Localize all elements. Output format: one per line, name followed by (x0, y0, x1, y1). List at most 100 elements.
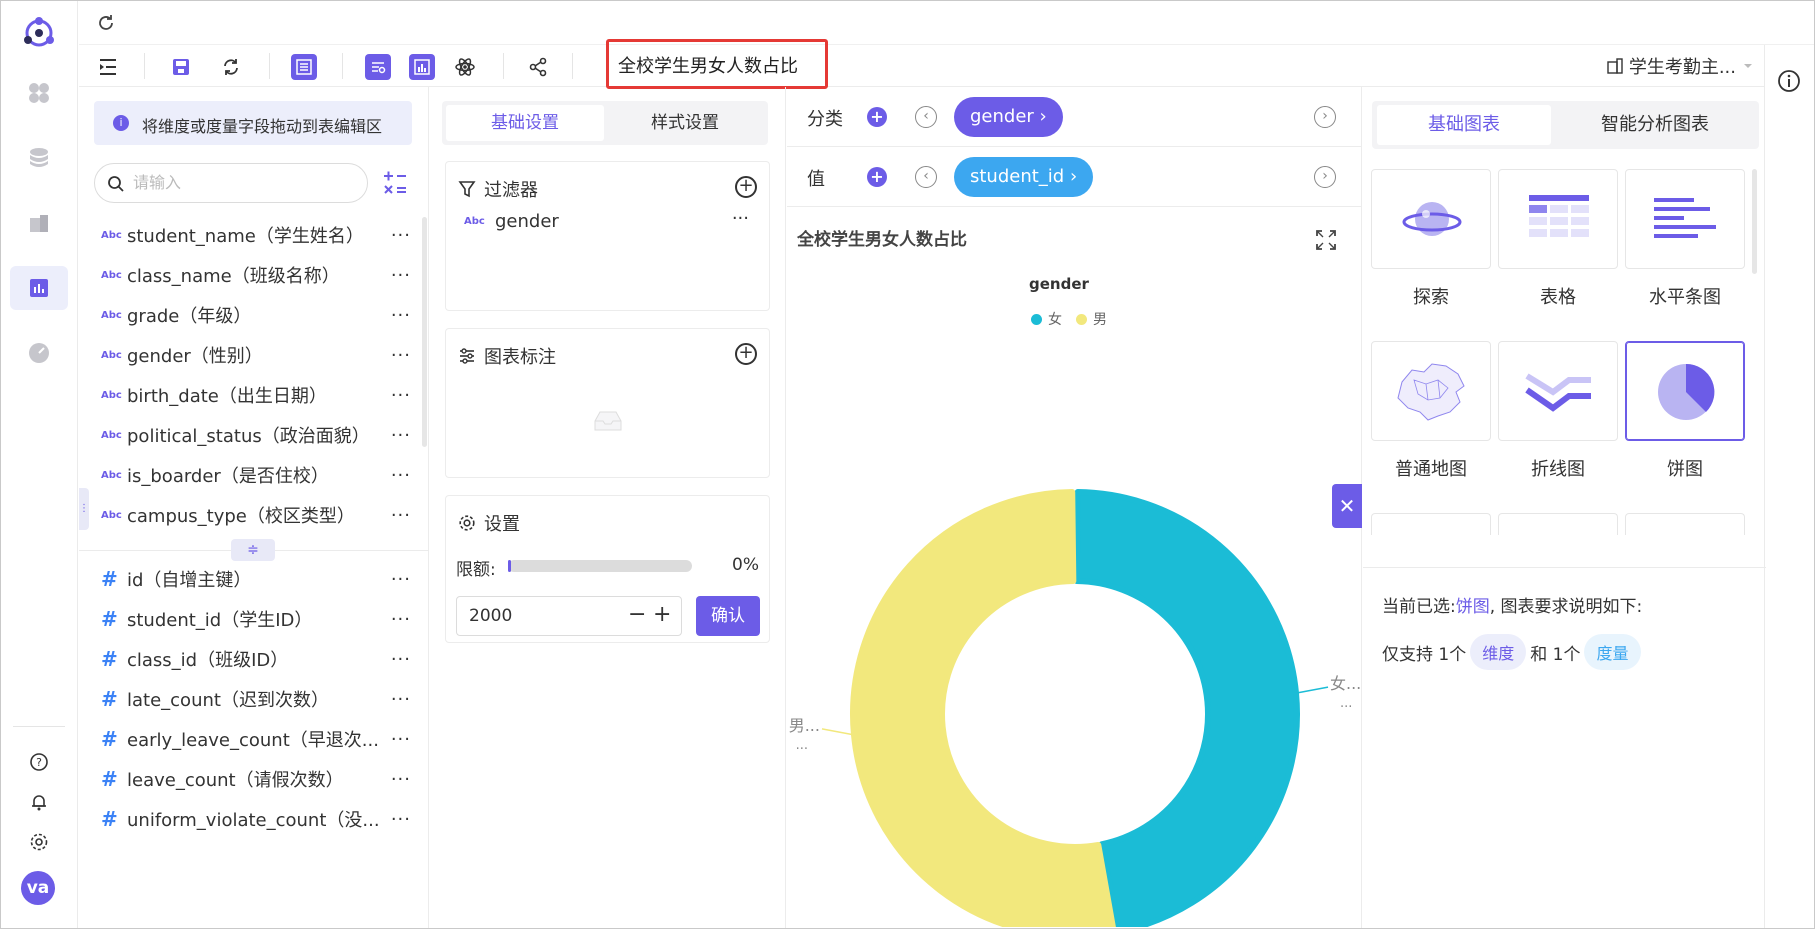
chart-type-explore[interactable] (1371, 169, 1491, 269)
measure-field-item[interactable]: # late_count（迟到次数） ··· (101, 681, 411, 717)
scrollbar[interactable] (1752, 169, 1757, 274)
selected-chart-link[interactable]: 饼图 (1456, 597, 1490, 617)
field-more-button[interactable]: ··· (387, 425, 411, 446)
tab-basic-charts[interactable]: 基础图表 (1377, 105, 1551, 145)
filter-icon (458, 181, 476, 198)
limit-stepper[interactable]: 2000 − + (456, 596, 682, 636)
add-filter-button[interactable]: + (735, 176, 757, 198)
pie-slice-0[interactable] (1073, 489, 1300, 927)
dimension-field-item[interactable]: Abc class_name（班级名称） ··· (101, 257, 411, 293)
field-more-button[interactable]: ··· (387, 689, 411, 710)
filter-more-button[interactable]: ··· (732, 208, 749, 229)
chart-type-partial[interactable] (1625, 513, 1745, 535)
field-more-button[interactable]: ··· (387, 729, 411, 750)
shelf-next-button[interactable]: › (1314, 166, 1336, 188)
info-icon[interactable] (1777, 69, 1801, 97)
indent-icon[interactable] (95, 54, 121, 80)
decrement-button[interactable]: − (628, 602, 646, 627)
field-more-button[interactable]: ··· (387, 385, 411, 406)
chart-type-table[interactable] (1498, 169, 1618, 269)
field-more-button[interactable]: ··· (387, 505, 411, 526)
calculated-field-icon[interactable] (382, 169, 408, 201)
add-value-button[interactable]: + (867, 167, 887, 187)
fullscreen-icon[interactable] (1315, 229, 1337, 255)
gauge-icon[interactable] (19, 333, 59, 373)
sync-icon[interactable] (218, 54, 244, 80)
table-view-icon[interactable] (291, 54, 317, 80)
refresh-icon[interactable] (96, 13, 116, 37)
dataset-icon[interactable] (19, 203, 59, 243)
field-label: uniform_violate_count（没... (127, 810, 380, 831)
chart-type-partial[interactable] (1371, 513, 1491, 535)
dimension-field-item[interactable]: Abc student_name（学生姓名） ··· (101, 217, 411, 253)
toolbar-divider (269, 53, 270, 79)
measure-field-item[interactable]: # early_leave_count（早退次... ··· (101, 721, 411, 757)
dimension-field-item[interactable]: Abc grade（年级） ··· (101, 297, 411, 333)
dimension-field-item[interactable]: Abc campus_type（校区类型） ··· (101, 497, 411, 533)
dimension-field-item[interactable]: Abc gender（性别） ··· (101, 337, 411, 373)
scrollbar[interactable] (422, 217, 427, 447)
shelf-next-button[interactable]: › (1314, 106, 1336, 128)
field-more-button[interactable]: ··· (387, 265, 411, 286)
measure-field-item[interactable]: # student_id（学生ID） ··· (101, 601, 411, 637)
help-icon[interactable]: ? (19, 742, 59, 782)
field-more-button[interactable]: ··· (387, 649, 411, 670)
chart-nav-icon[interactable] (10, 266, 68, 310)
chart-type-partial[interactable] (1498, 513, 1618, 535)
legend-item[interactable]: 女 (1031, 309, 1062, 329)
avatar[interactable]: va (21, 871, 55, 905)
chart-view-icon[interactable] (409, 54, 435, 80)
chart-type-horizontal-bar[interactable] (1625, 169, 1745, 269)
settings-icon[interactable] (19, 822, 59, 862)
field-more-button[interactable]: ··· (387, 345, 411, 366)
resize-handle[interactable]: ≑ (231, 539, 275, 561)
measure-field-item[interactable]: # leave_count（请假次数） ··· (101, 761, 411, 797)
dashboard-icon[interactable] (19, 73, 59, 113)
field-more-button[interactable]: ··· (387, 769, 411, 790)
dimension-field-item[interactable]: Abc political_status（政治面貌） ··· (101, 417, 411, 453)
pie-slice-1[interactable] (850, 489, 1116, 927)
field-more-button[interactable]: ··· (387, 465, 411, 486)
category-field-pill[interactable]: gender › (954, 97, 1063, 137)
shelf-prev-button[interactable]: ‹ (915, 106, 937, 128)
measure-field-item[interactable]: # class_id（班级ID） ··· (101, 641, 411, 677)
tab-style-settings[interactable]: 样式设置 (606, 105, 764, 141)
chart-type-label: 饼图 (1667, 459, 1703, 480)
limit-value[interactable]: 2000 (469, 606, 512, 626)
chart-type-map[interactable] (1371, 341, 1491, 441)
add-category-button[interactable]: + (867, 107, 887, 127)
measure-field-item[interactable]: # id（自增主键） ··· (101, 561, 411, 597)
shelf-prev-button[interactable]: ‹ (915, 166, 937, 188)
save-icon[interactable] (168, 54, 194, 80)
field-more-button[interactable]: ··· (387, 569, 411, 590)
dimension-field-item[interactable]: Abc is_boarder（是否住校） ··· (101, 457, 411, 493)
field-more-button[interactable]: ··· (387, 225, 411, 246)
dataset-selector[interactable]: 学生考勤主... (1607, 53, 1754, 79)
field-more-button[interactable]: ··· (387, 609, 411, 630)
increment-button[interactable]: + (653, 602, 671, 627)
add-annotation-button[interactable]: + (735, 343, 757, 365)
chart-title-input[interactable]: 全校学生男女人数占比 (606, 39, 828, 89)
close-panel-button[interactable]: ✕ (1332, 484, 1362, 528)
bell-icon[interactable] (19, 782, 59, 822)
tab-smart-charts[interactable]: 智能分析图表 (1557, 105, 1753, 145)
form-settings-icon[interactable] (365, 54, 391, 80)
chart-type-line[interactable] (1498, 341, 1618, 441)
confirm-button[interactable]: 确认 (696, 596, 760, 636)
database-icon[interactable] (19, 138, 59, 178)
chart-type-pie[interactable] (1625, 341, 1745, 441)
atom-icon[interactable] (452, 54, 478, 80)
search-input[interactable]: 请输入 (94, 163, 368, 203)
collapse-handle[interactable]: ⋮ (79, 488, 89, 530)
share-icon[interactable] (525, 54, 551, 80)
field-more-button[interactable]: ··· (387, 809, 411, 830)
field-more-button[interactable]: ··· (387, 305, 411, 326)
dimension-field-item[interactable]: Abc birth_date（出生日期） ··· (101, 377, 411, 413)
legend-item[interactable]: 男 (1076, 309, 1107, 329)
value-field-pill[interactable]: student_id › (954, 157, 1094, 197)
measure-field-item[interactable]: # uniform_violate_count（没... ··· (101, 801, 411, 837)
tab-basic-settings[interactable]: 基础设置 (446, 105, 604, 141)
filter-field-name[interactable]: gender (495, 211, 559, 232)
app-logo[interactable] (19, 13, 59, 53)
empty-inbox-icon (593, 409, 623, 437)
